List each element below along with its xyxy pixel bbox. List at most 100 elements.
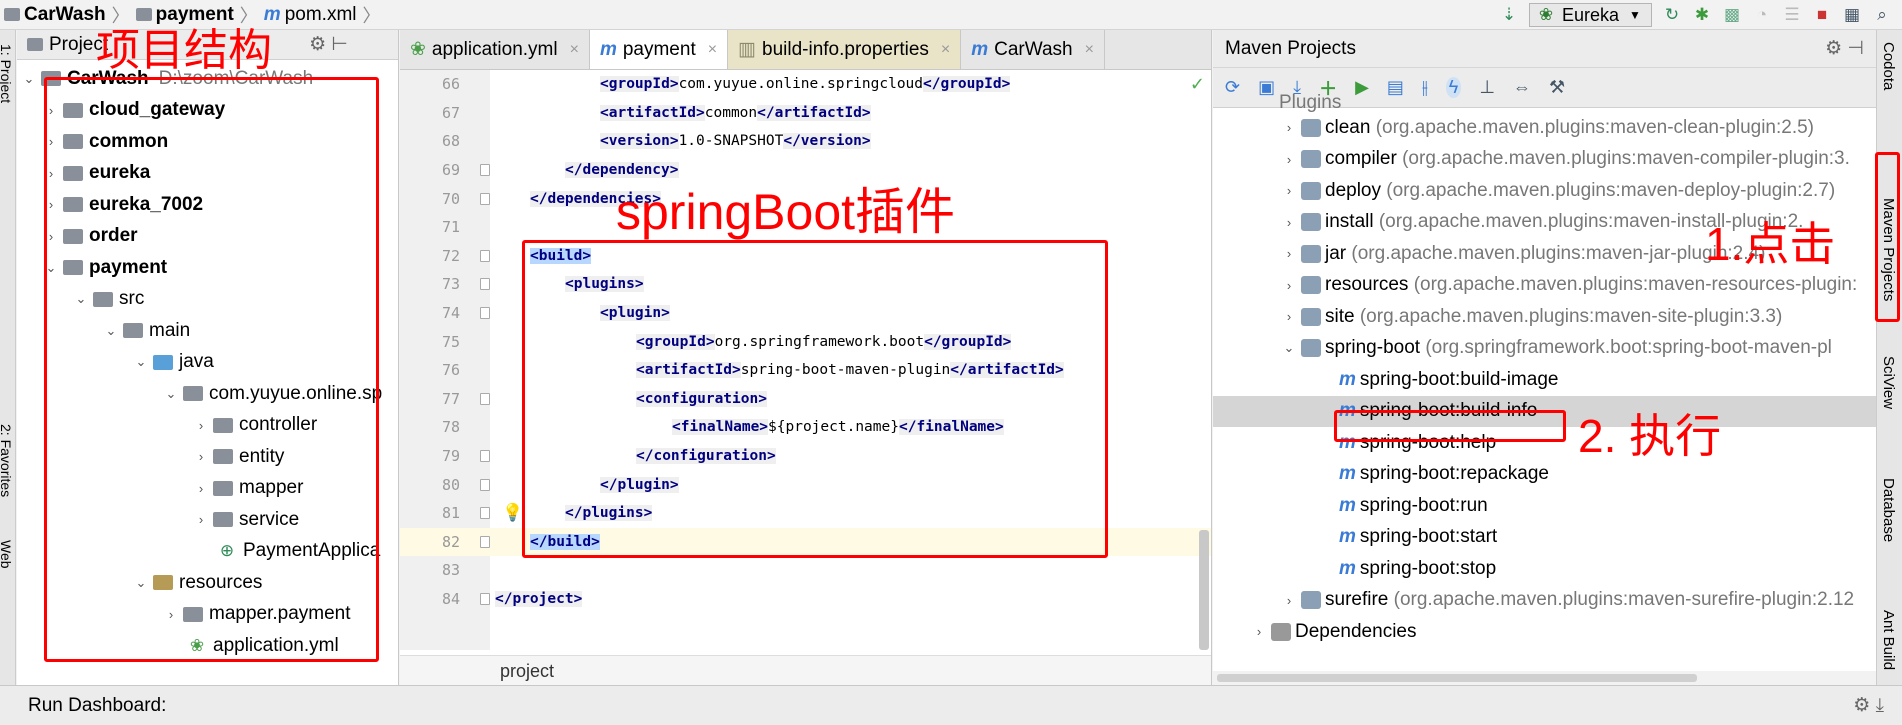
- tab-application-yml[interactable]: ❀ application.yml ×: [400, 30, 590, 69]
- code-line[interactable]: 68 <version>1.0-SNAPSHOT</version>: [400, 127, 1211, 156]
- maven-plugin-surefire[interactable]: › surefire (org.apache.maven.plugins:mav…: [1213, 585, 1876, 617]
- chevron-right-icon[interactable]: ›: [1281, 278, 1297, 293]
- fold-marker-icon[interactable]: [480, 507, 490, 520]
- right-tool-strip: Codota Maven Projects SciView Database A…: [1876, 30, 1902, 690]
- run-config-dropdown[interactable]: ❀ Eureka ▼: [1528, 3, 1652, 27]
- chevron-right-icon[interactable]: ›: [1251, 624, 1267, 639]
- fold-marker-icon[interactable]: [480, 249, 490, 262]
- ant-build-tool-tab[interactable]: Ant Build: [1880, 610, 1897, 670]
- maven-goal[interactable]: m spring-boot:start: [1213, 522, 1876, 554]
- maven-goal-label: spring-boot:stop: [1359, 557, 1497, 579]
- chevron-right-icon[interactable]: ›: [1281, 215, 1297, 230]
- plugin-coordinates: (org.apache.maven.plugins:maven-site-plu…: [1359, 305, 1783, 327]
- rerun-icon[interactable]: ↻: [1662, 5, 1682, 25]
- code-line[interactable]: 66 <groupId>com.yuyue.online.springcloud<…: [400, 70, 1211, 99]
- stop-icon[interactable]: ■: [1812, 5, 1832, 25]
- code-text: </project>: [495, 590, 583, 607]
- fold-marker-icon[interactable]: [480, 478, 490, 491]
- run-dashboard-bar: Run Dashboard: ⚙ ⤓: [0, 685, 1902, 725]
- chevron-down-icon[interactable]: ⌄: [1281, 340, 1297, 356]
- close-icon[interactable]: ×: [570, 41, 579, 59]
- maven-plugin-node[interactable]: › deploy (org.apache.maven.plugins:maven-…: [1213, 175, 1876, 207]
- fold-marker-icon[interactable]: [480, 392, 490, 405]
- fold-marker-icon[interactable]: [480, 164, 490, 177]
- editor-scrollbar[interactable]: [1199, 530, 1209, 650]
- code-line[interactable]: 84 </project>: [400, 585, 1211, 614]
- maven-file-icon: m: [599, 38, 617, 60]
- breadcrumb-project[interactable]: CarWash: [24, 4, 106, 26]
- maven-plugin-spring-boot[interactable]: ⌄ spring-boot (org.springframework.boot:s…: [1213, 333, 1876, 365]
- plugin-icon: [1301, 276, 1321, 295]
- chevron-right-icon[interactable]: ›: [1281, 152, 1297, 167]
- gear-icon[interactable]: ⚙ ⤓: [1853, 694, 1884, 717]
- codota-tool-tab[interactable]: Codota: [1880, 42, 1897, 90]
- code-line[interactable]: 83: [400, 556, 1211, 585]
- maven-plugin-node[interactable]: › clean (org.apache.maven.plugins:maven-c…: [1213, 112, 1876, 144]
- xml-open-tag: <artifactId>: [600, 104, 705, 121]
- chevron-right-icon[interactable]: ›: [1281, 593, 1297, 608]
- plugin-icon: [1301, 591, 1321, 610]
- close-icon[interactable]: ×: [708, 41, 717, 59]
- plugins-label: Plugins: [1279, 94, 1342, 112]
- tab-carwash[interactable]: m CarWash ×: [961, 30, 1105, 69]
- maven-goal[interactable]: m spring-boot:repackage: [1213, 459, 1876, 491]
- close-icon[interactable]: ×: [941, 41, 950, 59]
- tab-build-info-properties[interactable]: ▥ build-info.properties ×: [728, 30, 962, 69]
- fold-marker-icon[interactable]: [480, 278, 490, 291]
- tab-payment[interactable]: m payment ×: [589, 30, 729, 69]
- gear-icon[interactable]: ⚙ ⊢: [309, 33, 348, 56]
- maven-plugin-node[interactable]: › compiler (org.apache.maven.plugins:mave…: [1213, 144, 1876, 176]
- maven-dependencies-node[interactable]: › Dependencies: [1213, 616, 1876, 648]
- code-line[interactable]: 67 <artifactId>common</artifactId>: [400, 99, 1211, 128]
- tab-label: application.yml: [431, 38, 558, 60]
- fold-marker-icon[interactable]: [480, 192, 490, 205]
- maven-plugin-node[interactable]: › resources (org.apache.maven.plugins:mav…: [1213, 270, 1876, 302]
- xml-close-tag: </groupId>: [923, 76, 1011, 93]
- fold-marker-icon[interactable]: [480, 450, 490, 463]
- plugin-icon: [1301, 118, 1321, 137]
- search-icon[interactable]: ⌕: [1872, 5, 1892, 25]
- plugin-icon: [1301, 307, 1321, 326]
- list-icon[interactable]: ☰: [1782, 5, 1802, 25]
- line-number: 76: [441, 361, 460, 380]
- project-tool-tab[interactable]: 1: Project: [0, 44, 14, 103]
- editor-footer-breadcrumb[interactable]: project: [400, 655, 1211, 685]
- profile-icon[interactable]: ◔: [1752, 5, 1772, 25]
- debug-icon[interactable]: ✱: [1692, 5, 1712, 25]
- sciview-tool-tab[interactable]: SciView: [1880, 356, 1897, 409]
- gear-icon[interactable]: ⚙ ⊣: [1825, 37, 1864, 60]
- maven-plugins-node[interactable]: Plugins: [1213, 94, 1876, 112]
- web-tool-tab[interactable]: Web: [0, 540, 14, 569]
- chevron-right-icon[interactable]: ›: [1281, 309, 1297, 324]
- maven-goal[interactable]: m spring-boot:run: [1213, 490, 1876, 522]
- chevron-right-icon[interactable]: ›: [1281, 246, 1297, 261]
- chevron-right-icon[interactable]: ›: [1281, 120, 1297, 135]
- build-arrow-icon[interactable]: ⇣: [1499, 5, 1519, 25]
- coverage-icon[interactable]: ▩: [1722, 5, 1742, 25]
- lightbulb-icon[interactable]: 💡: [502, 503, 523, 523]
- fold-marker-icon[interactable]: [480, 535, 490, 548]
- maven-h-scrollbar[interactable]: [1213, 671, 1876, 685]
- chevron-down-icon[interactable]: ⌄: [21, 71, 37, 87]
- fold-marker-icon[interactable]: [480, 592, 490, 605]
- line-number: 83: [441, 561, 460, 580]
- database-tool-tab[interactable]: Database: [1880, 478, 1897, 542]
- maven-tab-highlight: [1875, 152, 1900, 322]
- maven-plugin-node[interactable]: › site (org.apache.maven.plugins:maven-si…: [1213, 301, 1876, 333]
- favorites-tool-tab[interactable]: 2: Favorites: [0, 424, 14, 497]
- plugin-coordinates: (org.springframework.boot:spring-boot-ma…: [1425, 337, 1832, 359]
- close-icon[interactable]: ×: [1085, 41, 1094, 59]
- fold-marker-icon[interactable]: [480, 307, 490, 320]
- run-dashboard-label[interactable]: Run Dashboard:: [28, 695, 166, 717]
- navigation-bar: CarWash 〉 payment 〉 m pom.xml 〉 ⇣ ❀ Eure…: [0, 0, 1902, 30]
- project-structure-icon[interactable]: ▦: [1842, 5, 1862, 25]
- yaml-file-icon: ❀: [410, 39, 426, 60]
- maven-goal[interactable]: m spring-boot:stop: [1213, 553, 1876, 585]
- scrollbar-thumb[interactable]: [1217, 674, 1697, 682]
- maven-panel-title: Maven Projects: [1225, 37, 1356, 59]
- maven-goal-label: spring-boot:start: [1359, 526, 1498, 548]
- ant-build-label: Ant Build: [1880, 610, 1897, 671]
- breadcrumb-file[interactable]: pom.xml: [285, 4, 357, 26]
- maven-goal[interactable]: m spring-boot:build-image: [1213, 364, 1876, 396]
- chevron-right-icon[interactable]: ›: [1281, 183, 1297, 198]
